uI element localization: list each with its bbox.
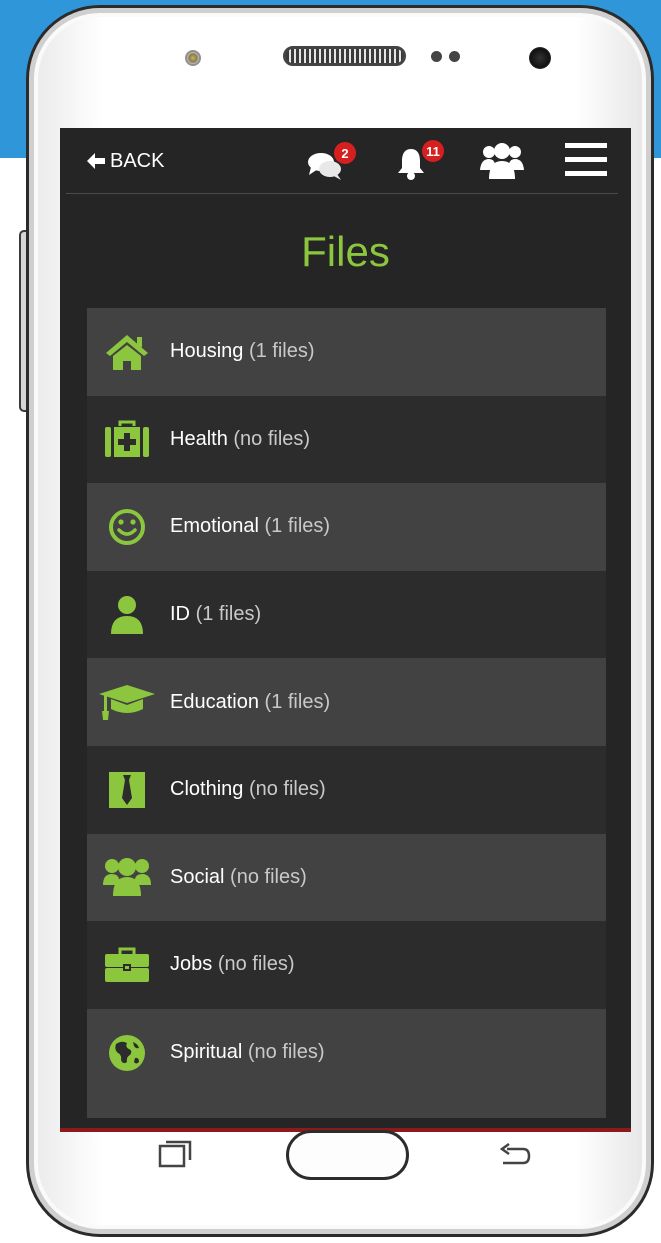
item-count: (no files) — [248, 778, 326, 801]
item-count: (1 files) — [264, 515, 331, 538]
home-icon — [101, 326, 153, 378]
back-arrow-icon — [499, 1142, 531, 1165]
front-camera — [529, 47, 551, 69]
messages-button[interactable]: 2 — [306, 142, 356, 182]
page-title: Files — [301, 228, 390, 275]
users-icon — [480, 143, 524, 179]
globe-icon — [101, 1027, 153, 1079]
list-item-text: Spiritual (no files) — [170, 1041, 325, 1064]
list-item-spiritual[interactable]: Spiritual (no files) — [87, 1008, 606, 1097]
back-button[interactable]: BACK — [86, 148, 164, 174]
item-name: Spiritual — [170, 1041, 243, 1064]
item-name: ID — [170, 603, 190, 626]
notifications-badge: 11 — [422, 140, 444, 162]
earpiece-speaker — [283, 46, 406, 66]
medkit-icon — [101, 413, 153, 465]
list-item-health[interactable]: Health (no files) — [87, 395, 606, 484]
list-item-id[interactable]: ID (1 files) — [87, 570, 606, 659]
item-name: Emotional — [170, 515, 259, 538]
list-item-text: Education (1 files) — [170, 691, 330, 714]
item-name: Education — [170, 690, 259, 713]
list-item-text: ID (1 files) — [170, 603, 261, 626]
item-name: Jobs — [170, 953, 213, 976]
smile-icon — [101, 501, 153, 553]
recent-apps-button[interactable] — [158, 1140, 192, 1168]
item-name: Clothing — [170, 778, 244, 801]
list-item-clothing[interactable]: Clothing (no files) — [87, 745, 606, 834]
item-count: (1 files) — [264, 690, 331, 713]
list-item-education[interactable]: Education (1 files) — [87, 658, 606, 746]
menu-button[interactable] — [565, 142, 607, 178]
list-item-jobs[interactable]: Jobs (no files) — [87, 921, 606, 1009]
list-item-partial — [87, 1096, 606, 1119]
light-sensor — [449, 51, 460, 62]
messages-badge: 2 — [334, 142, 356, 164]
back-label: BACK — [110, 149, 165, 172]
users-icon — [101, 851, 153, 903]
hamburger-menu-icon — [565, 143, 607, 176]
front-sensor — [185, 50, 201, 66]
files-list: Housing (1 files) Health (no files) Emot… — [87, 308, 606, 1119]
item-count: (no files) — [230, 865, 307, 888]
item-name: Health — [170, 427, 228, 450]
top-bar-divider — [66, 193, 618, 194]
list-item-housing[interactable]: Housing (1 files) — [87, 308, 606, 396]
home-button[interactable] — [286, 1130, 409, 1180]
list-item-text: Jobs (no files) — [170, 953, 295, 976]
list-item-text: Clothing (no files) — [170, 778, 326, 801]
proximity-sensor — [431, 51, 442, 62]
item-count: (no files) — [247, 1041, 325, 1064]
top-bar: BACK 2 11 — [60, 128, 631, 194]
system-back-button[interactable] — [497, 1142, 531, 1167]
list-item-text: Emotional (1 files) — [170, 515, 330, 538]
list-item-emotional[interactable]: Emotional (1 files) — [87, 483, 606, 571]
recent-apps-icon — [158, 1140, 192, 1168]
contacts-button[interactable] — [480, 142, 524, 182]
list-item-social[interactable]: Social (no files) — [87, 833, 606, 922]
item-count: (no files) — [233, 427, 311, 450]
notifications-button[interactable]: 11 — [396, 140, 456, 182]
item-name: Social — [170, 865, 225, 888]
item-count: (no files) — [217, 953, 295, 976]
app-screen: BACK 2 11 Files Housing (1 files) Health… — [60, 128, 631, 1131]
item-count: (1 files) — [248, 340, 315, 363]
briefcase-icon — [101, 939, 153, 991]
tie-icon — [101, 764, 153, 816]
graduation-cap-icon — [97, 676, 157, 728]
list-item-text: Housing (1 files) — [170, 340, 315, 363]
list-item-text: Social (no files) — [170, 866, 307, 889]
item-count: (1 files) — [195, 603, 262, 626]
list-item-text: Health (no files) — [170, 428, 310, 451]
arrow-left-icon — [87, 153, 105, 169]
item-name: Housing — [170, 340, 244, 363]
user-icon — [101, 589, 153, 641]
